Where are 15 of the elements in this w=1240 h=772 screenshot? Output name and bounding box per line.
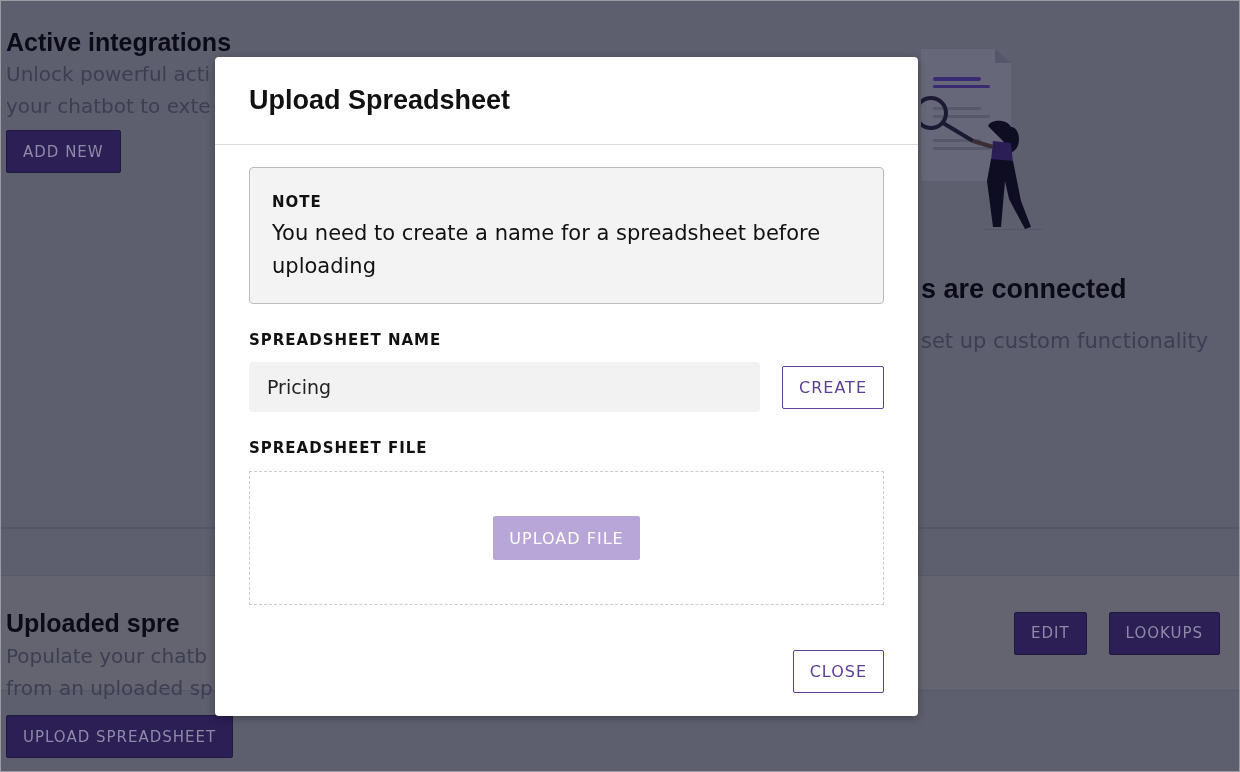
action-button[interactable]: LOOKUPS bbox=[1108, 611, 1220, 655]
note-text: You need to create a name for a spreadsheet before uploading bbox=[272, 220, 822, 280]
note-label: NOTE bbox=[272, 193, 323, 211]
empty-state-title: s are connected bbox=[921, 273, 1127, 306]
close-button[interactable]: CLOSE bbox=[792, 650, 884, 693]
section-title: Active integrations bbox=[6, 27, 232, 58]
add-new-button[interactable]: ADD NEW bbox=[6, 130, 121, 174]
section-title: Uploaded spre bbox=[6, 608, 180, 640]
field-label: SPREADSHEET FILE bbox=[249, 439, 429, 457]
upload-spreadsheet-button[interactable]: UPLOAD SPREADSHEET bbox=[6, 715, 234, 758]
field-label: SPREADSHEET NAME bbox=[249, 331, 443, 349]
create-button[interactable]: CREATE bbox=[782, 365, 884, 409]
dialog-title: Upload Spreadsheet bbox=[215, 57, 918, 145]
spreadsheet-name-field[interactable]: Pricing bbox=[249, 362, 760, 412]
action-button[interactable]: EDIT bbox=[1013, 611, 1087, 655]
